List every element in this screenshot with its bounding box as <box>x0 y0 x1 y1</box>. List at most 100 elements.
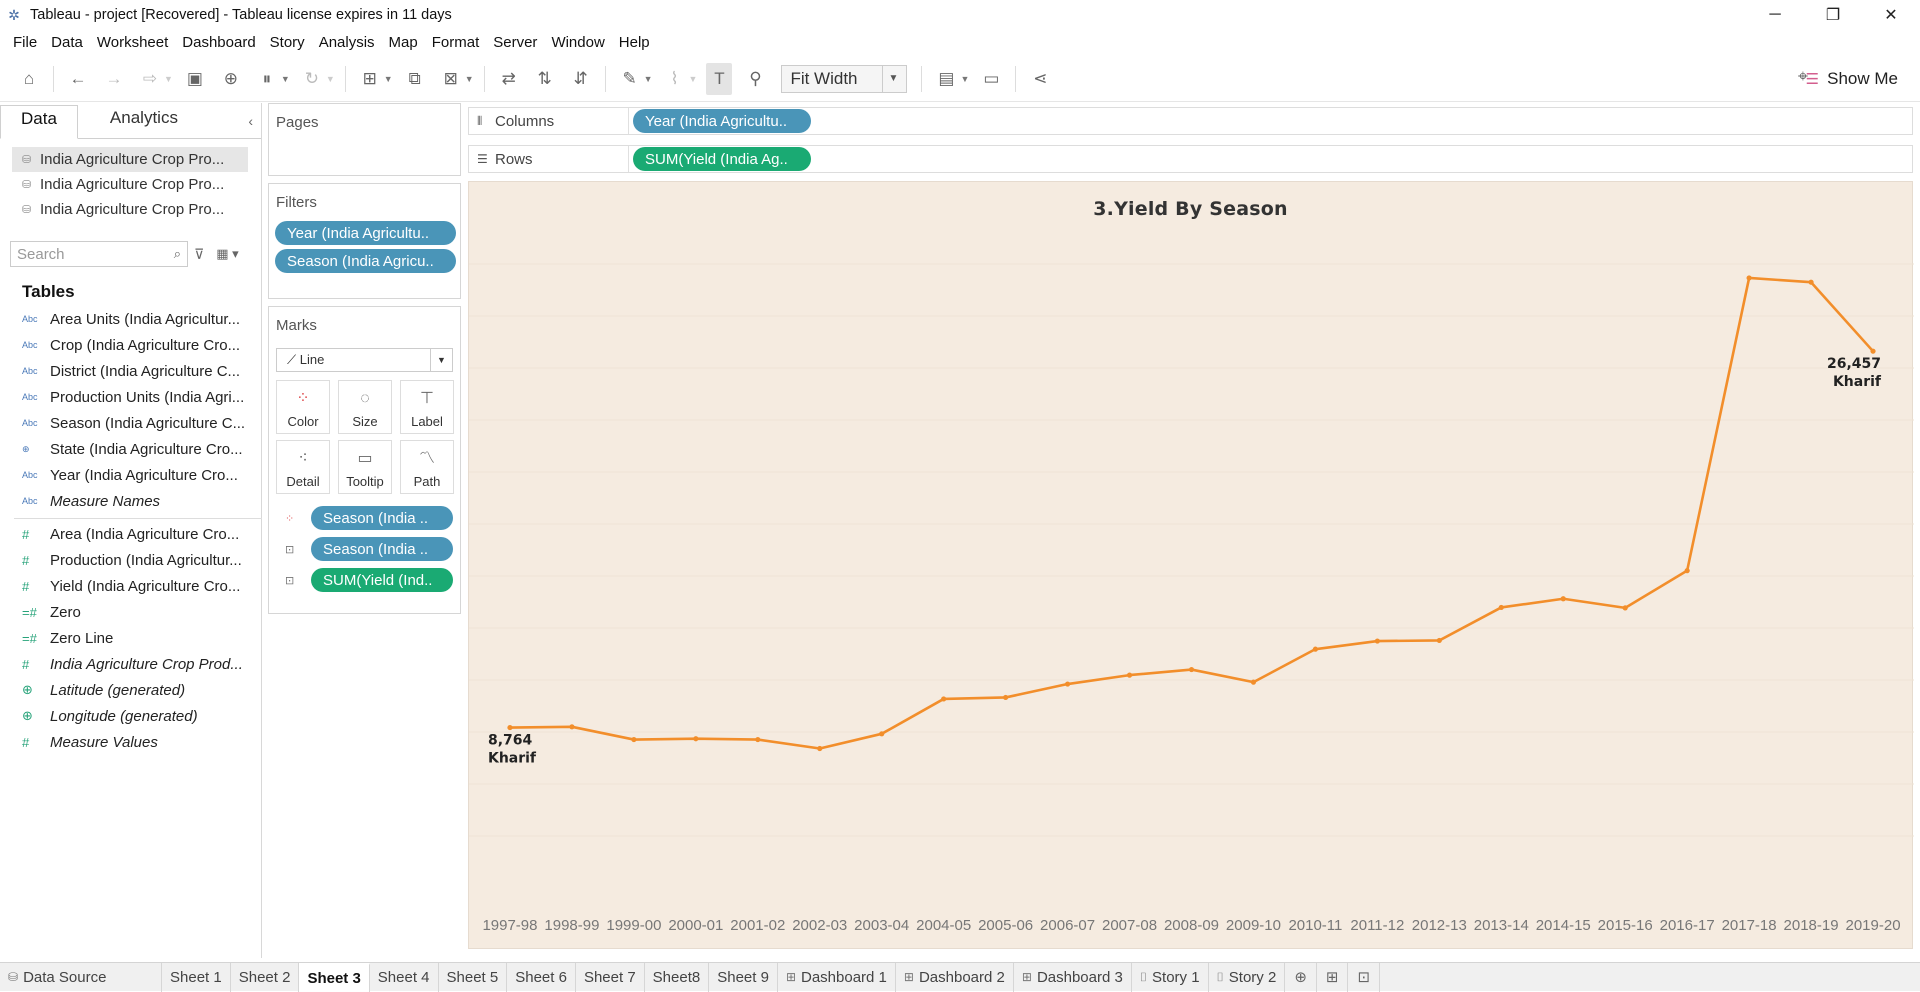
tab-sheet-2[interactable]: Sheet 2 <box>231 962 300 992</box>
chevron-down-icon[interactable]: ▼ <box>164 74 173 84</box>
new-dashboard-icon[interactable]: ⊞ <box>1317 962 1349 992</box>
dimension-field[interactable]: Abc Production Units (India Agri... <box>0 384 261 410</box>
tab-data-source[interactable]: ⛁ Data Source <box>0 962 162 992</box>
data-point[interactable] <box>1746 275 1752 281</box>
data-point[interactable] <box>1622 605 1628 611</box>
menu-window[interactable]: Window <box>544 34 611 51</box>
filter-pill-year[interactable]: Year (India Agricultu.. <box>275 221 456 245</box>
swap-rows-columns-icon[interactable]: ⇄ <box>496 63 522 95</box>
duplicate-sheet-icon[interactable]: ⧉ <box>402 63 428 95</box>
close-button[interactable]: ✕ <box>1862 0 1920 30</box>
data-point[interactable] <box>1684 568 1690 574</box>
dimension-field[interactable]: Abc Crop (India Agriculture Cro... <box>0 332 261 358</box>
detail-button[interactable]: ⁖ Detail <box>276 440 330 494</box>
replay-icon[interactable]: ⇨ <box>137 63 163 95</box>
dimension-field[interactable]: Abc Year (India Agriculture Cro... <box>0 462 261 488</box>
rows-pill-yield[interactable]: SUM(Yield (India Ag.. <box>633 147 811 171</box>
columns-pill-year[interactable]: Year (India Agricultu.. <box>633 109 811 133</box>
refresh-icon[interactable]: ↻ <box>299 63 325 95</box>
dimension-field[interactable]: Abc Area Units (India Agricultur... <box>0 306 261 332</box>
show-mark-labels-icon[interactable]: T <box>706 62 733 95</box>
measure-field[interactable]: # Production (India Agricultur... <box>0 547 261 573</box>
show-me-button[interactable]: ☰ Show Me <box>1806 64 1898 94</box>
data-point[interactable] <box>1436 637 1442 644</box>
chevron-down-icon[interactable]: ▼ <box>960 74 969 84</box>
tab-story-2[interactable]: ⌷ Story 2 <box>1209 962 1286 992</box>
color-button[interactable]: ⁘ Color <box>276 380 330 434</box>
size-button[interactable]: ◌ Size <box>338 380 392 434</box>
dimension-field[interactable]: ⊕ State (India Agriculture Cro... <box>0 436 261 462</box>
dimension-field[interactable]: Abc Season (India Agriculture C... <box>0 410 261 436</box>
path-button[interactable]: 〽 Path <box>400 440 454 494</box>
tab-data[interactable]: Data <box>0 105 78 139</box>
series-line-kharif[interactable] <box>509 276 1874 750</box>
data-point[interactable] <box>631 736 637 743</box>
label-button[interactable]: ⊤ Label <box>400 380 454 434</box>
clear-sheet-icon[interactable]: ⊠ <box>438 63 464 95</box>
presentation-mode-icon[interactable]: ▭ <box>978 63 1004 95</box>
chevron-down-icon[interactable]: ▼ <box>689 74 698 84</box>
measure-field[interactable]: =# Zero <box>0 599 261 625</box>
chevron-down-icon[interactable]: ▼ <box>644 74 653 84</box>
menu-help[interactable]: Help <box>612 34 657 51</box>
chevron-down-icon[interactable]: ▼ <box>281 74 290 84</box>
data-point[interactable] <box>755 736 761 743</box>
data-point[interactable] <box>817 745 823 752</box>
data-point[interactable] <box>1003 694 1009 701</box>
filter-pill-season[interactable]: Season (India Agricu.. <box>275 249 456 273</box>
data-point[interactable] <box>1560 596 1566 602</box>
data-point[interactable] <box>1188 666 1195 673</box>
data-point[interactable] <box>879 731 885 737</box>
menu-map[interactable]: Map <box>382 34 425 51</box>
measure-field[interactable]: =# Zero Line <box>0 625 261 651</box>
pages-card[interactable]: Pages <box>268 103 461 176</box>
search-input[interactable]: Search ⌕ <box>10 241 188 267</box>
save-icon[interactable]: ▣ <box>182 63 208 95</box>
undo-icon[interactable]: ← <box>65 63 91 95</box>
redo-icon[interactable]: → <box>101 63 127 95</box>
tab-sheet-9[interactable]: Sheet 9 <box>709 962 778 992</box>
filters-card[interactable]: Filters Year (India Agricultu.. Season (… <box>268 183 461 299</box>
tab-sheet-7[interactable]: Sheet 7 <box>576 962 645 992</box>
data-source-item[interactable]: ⛁ India Agriculture Crop Pro... <box>12 147 248 172</box>
chevron-down-icon[interactable]: ▼ <box>326 74 335 84</box>
mark-pill-season-label[interactable]: Season (India .. <box>311 537 453 561</box>
restore-button[interactable]: ❐ <box>1804 0 1862 30</box>
fit-dropdown[interactable]: Fit Width ▼ <box>781 64 908 93</box>
mark-pill-yield-label[interactable]: SUM(Yield (Ind.. <box>311 568 453 592</box>
menu-analysis[interactable]: Analysis <box>312 34 382 51</box>
sort-ascending-icon[interactable]: ⇅ <box>532 63 558 95</box>
data-point[interactable] <box>1250 679 1257 685</box>
measure-field[interactable]: # Area (India Agriculture Cro... <box>0 521 261 547</box>
menu-story[interactable]: Story <box>263 34 312 51</box>
columns-shelf[interactable]: ⦀ Columns Year (India Agricultu.. <box>468 107 1913 135</box>
tab-story-1[interactable]: ⌷ Story 1 <box>1132 962 1209 992</box>
sort-descending-icon[interactable]: ⇵ <box>568 63 594 95</box>
menu-file[interactable]: File <box>6 34 44 51</box>
data-point[interactable] <box>1126 672 1133 678</box>
chevron-down-icon[interactable]: ▼ <box>384 74 393 84</box>
line-chart[interactable]: 1997-98 1998-99 1999-00 2000-01 2001-02 2002-… <box>469 182 1914 950</box>
fix-axes-icon[interactable]: ⚲ <box>742 63 768 95</box>
data-point[interactable] <box>1808 279 1814 285</box>
data-point[interactable] <box>693 736 699 742</box>
menu-worksheet[interactable]: Worksheet <box>90 34 175 51</box>
data-point[interactable] <box>1498 604 1504 611</box>
highlight-icon[interactable]: ✎ <box>617 63 643 95</box>
mark-pill-season-color[interactable]: Season (India .. <box>311 506 453 530</box>
measure-field[interactable]: # India Agriculture Crop Prod... <box>0 651 261 677</box>
measure-field[interactable]: # Yield (India Agriculture Cro... <box>0 573 261 599</box>
tab-analytics[interactable]: Analytics <box>78 104 198 138</box>
home-icon[interactable]: ⌂ <box>16 63 42 95</box>
tab-dashboard-2[interactable]: ⊞ Dashboard 2 <box>896 962 1014 992</box>
data-point[interactable] <box>1312 646 1319 652</box>
measure-field[interactable]: ⊕ Longitude (generated) <box>0 703 261 729</box>
new-worksheet-icon[interactable]: ⊕ <box>1285 962 1317 992</box>
group-members-icon[interactable]: ⌇ <box>662 63 688 95</box>
menu-server[interactable]: Server <box>486 34 544 51</box>
tab-sheet-1[interactable]: Sheet 1 <box>162 962 231 992</box>
dimension-field[interactable]: Abc Measure Names <box>0 488 261 514</box>
data-source-item[interactable]: ⛁ India Agriculture Crop Pro... <box>12 172 248 197</box>
tab-sheet-4[interactable]: Sheet 4 <box>370 962 439 992</box>
menu-data[interactable]: Data <box>44 34 90 51</box>
